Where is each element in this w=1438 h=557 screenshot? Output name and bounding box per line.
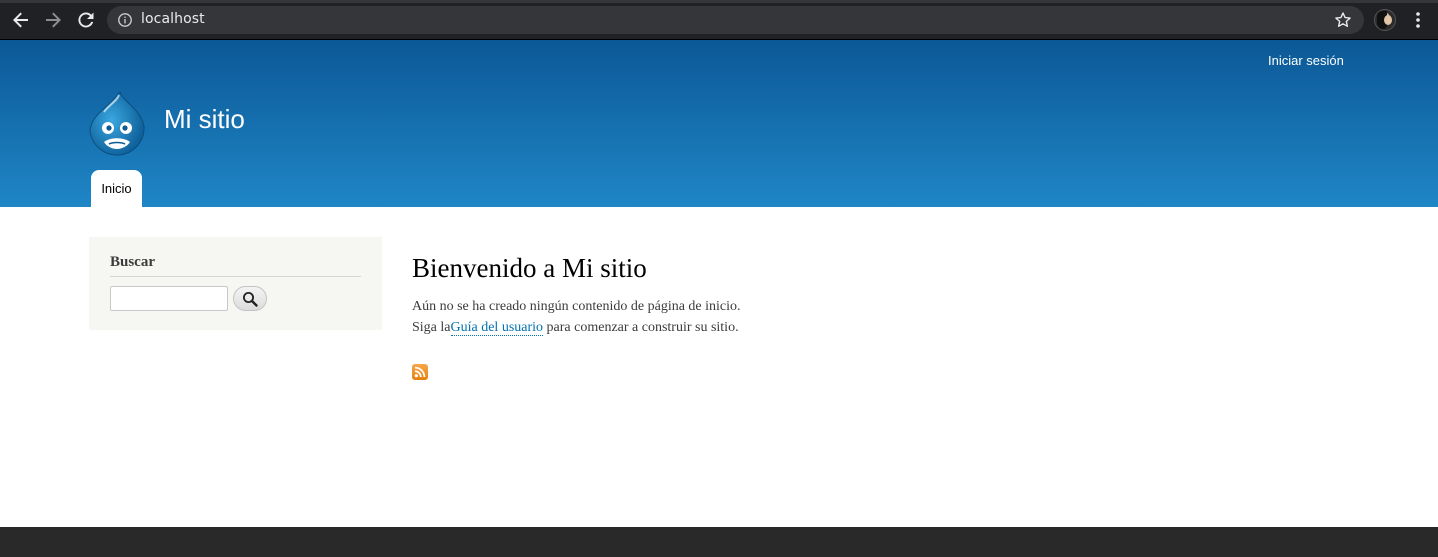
back-button[interactable]	[9, 8, 33, 32]
back-arrow-icon	[13, 12, 28, 28]
login-link[interactable]: Iniciar sesión	[1268, 53, 1344, 68]
address-bar[interactable]: localhost	[107, 6, 1364, 34]
browser-toolbar: localhost	[0, 0, 1438, 40]
info-icon[interactable]	[117, 12, 133, 28]
reload-icon	[78, 12, 94, 28]
drupal-logo[interactable]	[86, 90, 148, 158]
site-header: Iniciar sesión Mi sitio Inicio	[0, 40, 1438, 207]
guide-prefix: Siga la	[412, 320, 451, 335]
avatar-face	[1384, 15, 1392, 25]
reload-button[interactable]	[74, 8, 98, 32]
profile-avatar[interactable]	[1374, 9, 1396, 31]
guide-suffix: para comenzar a construir su sitio.	[543, 320, 739, 335]
tab-strip-edge	[0, 0, 1438, 3]
menu-dots-icon[interactable]	[1409, 10, 1427, 30]
forward-arrow-icon	[46, 12, 61, 28]
guide-message: Siga laGuía del usuario para comenzar a …	[412, 320, 739, 336]
rss-feed-icon[interactable]	[412, 364, 428, 380]
divider	[110, 276, 361, 277]
page-title: Bienvenido a Mi sitio	[412, 253, 647, 283]
search-button[interactable]	[233, 286, 267, 311]
tab-inicio[interactable]: Inicio	[91, 170, 142, 207]
star-icon[interactable]	[1334, 11, 1352, 29]
magnifier-icon	[243, 291, 258, 307]
site-footer	[0, 527, 1438, 557]
url-text[interactable]: localhost	[141, 11, 205, 27]
forward-button[interactable]	[41, 8, 65, 32]
search-block-title: Buscar	[110, 254, 155, 270]
search-block: Buscar	[89, 237, 382, 330]
user-guide-link[interactable]: Guía del usuario	[450, 320, 544, 336]
site-name[interactable]: Mi sitio	[164, 104, 245, 135]
empty-front-message: Aún no se ha creado ningún contenido de …	[412, 299, 741, 314]
search-input[interactable]	[110, 286, 228, 311]
